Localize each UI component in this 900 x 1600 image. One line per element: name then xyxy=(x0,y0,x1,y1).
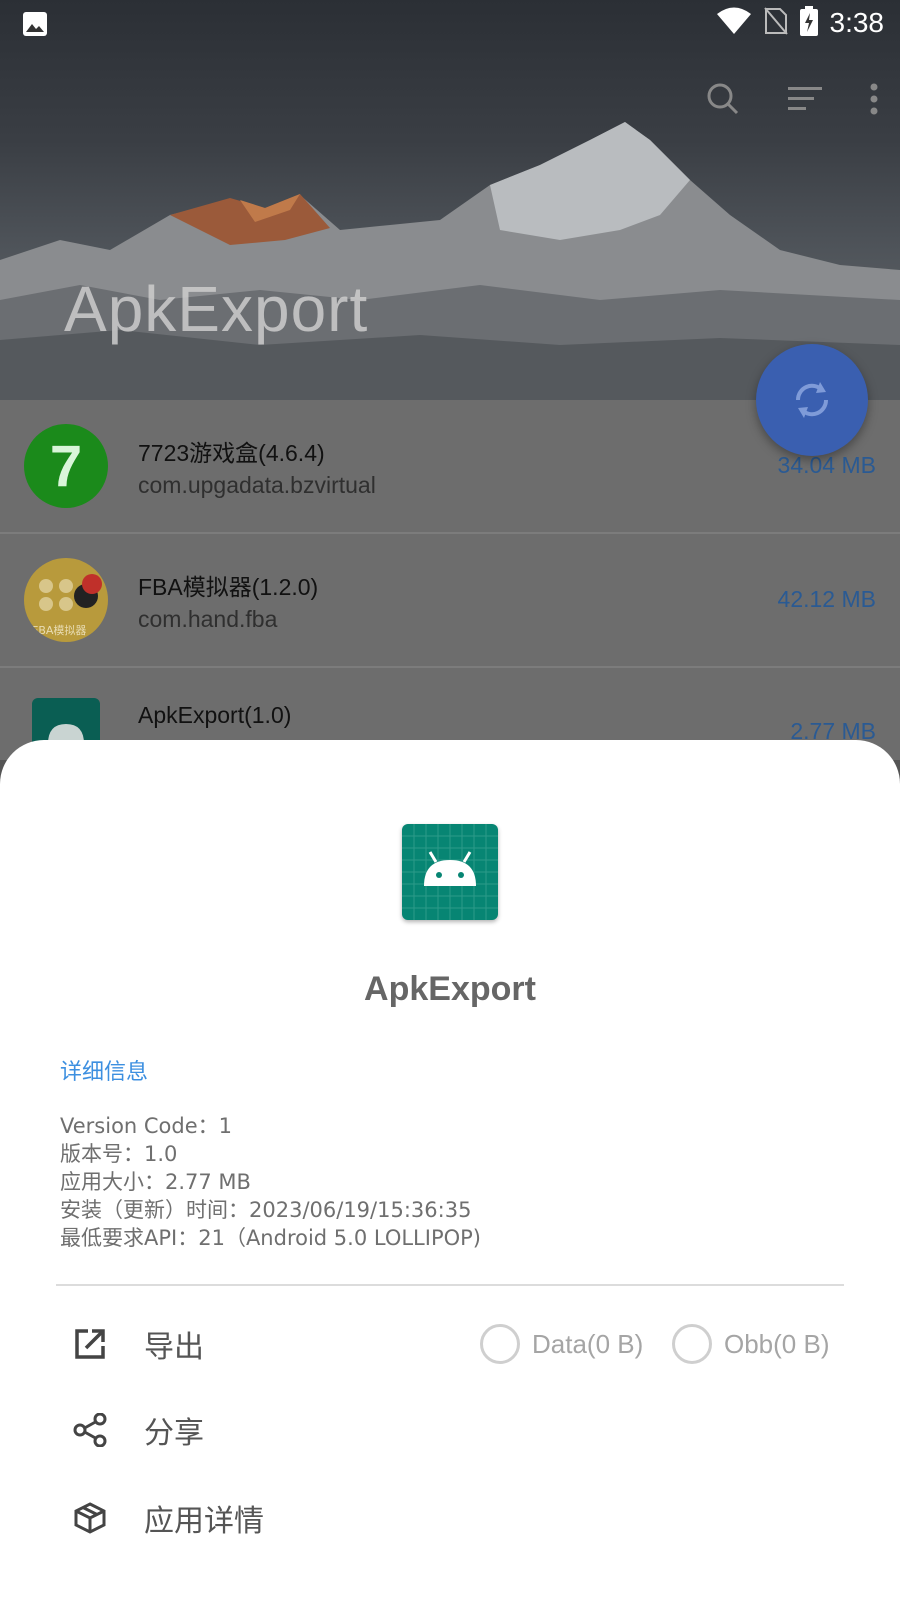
app-package: com.upgadata.bzvirtual xyxy=(138,472,376,498)
detail-app-size: 应用大小：2.77 MB xyxy=(60,1170,251,1194)
status-time: 3:38 xyxy=(829,7,885,38)
refresh-fab[interactable] xyxy=(756,344,868,456)
app-name: ApkExport(1.0) xyxy=(138,702,292,728)
export-icon xyxy=(70,1324,110,1364)
obb-option[interactable]: Obb(0 B) xyxy=(672,1324,830,1364)
header-banner: 3:38 ApkExport xyxy=(0,0,900,400)
app-size: 42.12 MB xyxy=(777,586,876,612)
share-label: 分享 xyxy=(144,1416,204,1451)
battery-charging-icon xyxy=(799,6,818,40)
export-label: 导出 xyxy=(144,1330,204,1365)
obb-radio[interactable] xyxy=(672,1324,712,1364)
share-icon xyxy=(70,1410,110,1450)
data-radio[interactable] xyxy=(480,1324,520,1364)
app-icon-fba: FBA模拟器 xyxy=(24,558,108,642)
wifi-icon xyxy=(716,7,752,39)
obb-option-label: Obb(0 B) xyxy=(724,1328,830,1359)
package-box-icon xyxy=(70,1498,110,1538)
status-bar: 3:38 xyxy=(0,0,900,48)
data-option-label: Data(0 B) xyxy=(532,1328,644,1359)
android-app-icon xyxy=(402,824,498,920)
share-action[interactable]: 分享 xyxy=(70,1400,204,1460)
app-title: ApkExport xyxy=(64,273,369,345)
refresh-icon xyxy=(795,382,829,418)
no-sim-icon xyxy=(763,7,788,39)
detail-install-time: 安装（更新）时间：2023/06/19/15:36:35 xyxy=(60,1198,472,1222)
sheet-app-name: ApkExport xyxy=(364,970,536,1008)
section-title-details: 详细信息 xyxy=(60,1060,149,1085)
sort-icon[interactable] xyxy=(788,85,822,117)
image-notification-icon xyxy=(22,11,48,41)
app-details-action[interactable]: 应用详情 xyxy=(70,1488,264,1548)
list-item[interactable]: FBA模拟器 FBA模拟器(1.2.0) com.hand.fba 42.12 … xyxy=(0,534,900,668)
app-list: 7 7723游戏盒(4.6.4) com.upgadata.bzvirtual … xyxy=(0,400,900,766)
more-options-icon[interactable] xyxy=(870,83,878,119)
details-list: Version Code：1 版本号：1.0 应用大小：2.77 MB 安装（更… xyxy=(60,1112,481,1252)
data-option[interactable]: Data(0 B) xyxy=(480,1324,643,1364)
search-icon[interactable] xyxy=(706,82,740,120)
app-name: FBA模拟器(1.2.0) xyxy=(138,574,319,600)
detail-version-name: 版本号：1.0 xyxy=(60,1142,178,1166)
app-size: 34.04 MB xyxy=(777,452,876,478)
detail-min-api: 最低要求API：21（Android 5.0 LOLLIPOP) xyxy=(60,1226,482,1250)
detail-version-code: Version Code：1 xyxy=(60,1114,233,1138)
app-package: com.hand.fba xyxy=(138,606,278,632)
app-icon-7723: 7 xyxy=(24,424,108,508)
divider xyxy=(56,1284,844,1286)
app-info-bottom-sheet: ApkExport 详细信息 Version Code：1 版本号：1.0 应用… xyxy=(0,740,900,1600)
app-name: 7723游戏盒(4.6.4) xyxy=(138,440,325,466)
export-action[interactable]: 导出 xyxy=(70,1314,204,1374)
app-details-label: 应用详情 xyxy=(144,1504,264,1539)
